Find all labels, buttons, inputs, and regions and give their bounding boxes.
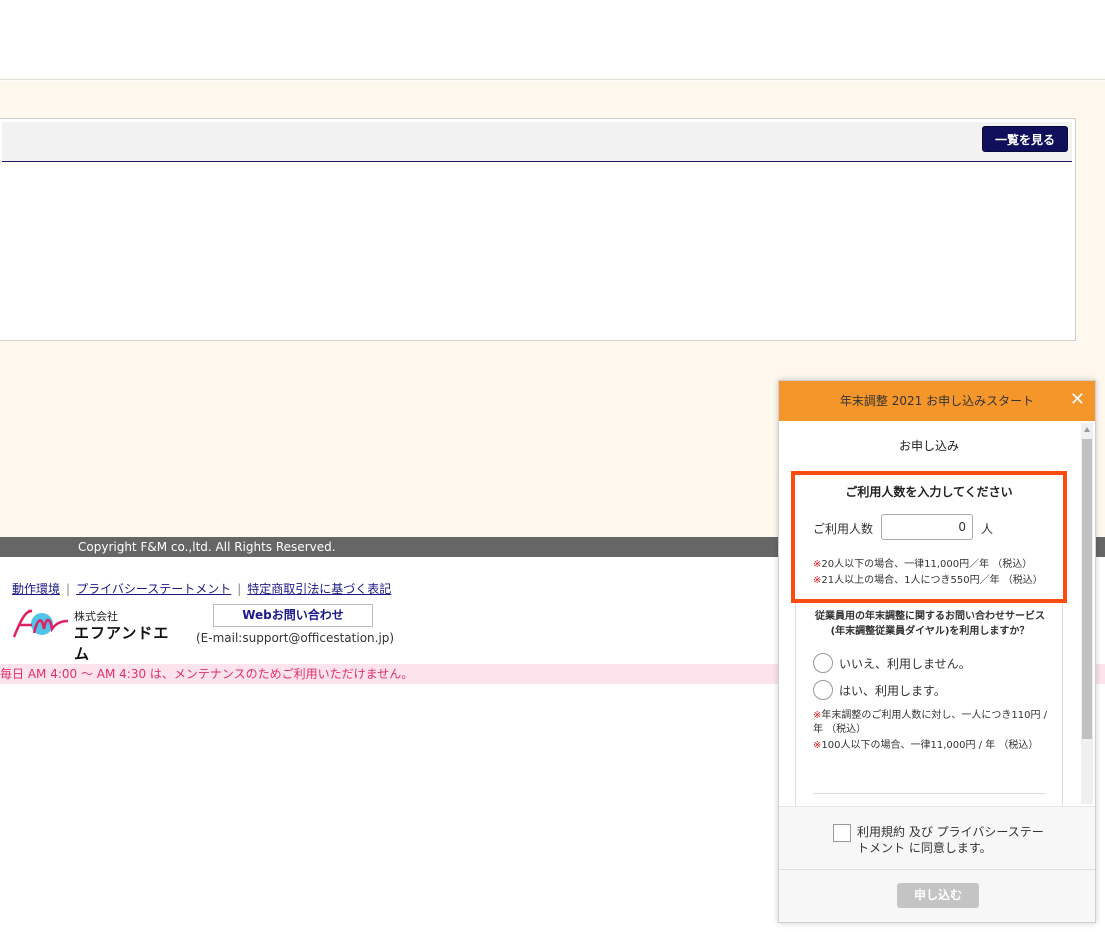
footer-divider — [779, 869, 1095, 870]
radio-label: いいえ、利用しません。 — [839, 656, 971, 671]
application-modal: 年末調整 2021 お申し込みスタート ✕ お申し込み ご利用人数を入力してくだ… — [778, 380, 1096, 923]
maintenance-text: 毎日 AM 4:00 ～ AM 4:30 は、メンテナンスのためご利用いただけま… — [0, 667, 414, 681]
radio-option-yes[interactable]: はい、利用します。 — [813, 680, 946, 700]
support-email: (E-mail:support@officestation.jp) — [196, 631, 395, 645]
scroll-up-icon[interactable] — [1084, 427, 1090, 432]
price-note-1: ※20人以下の場合、一律11,000円／年 （税込） — [813, 559, 1033, 570]
close-icon[interactable]: ✕ — [1070, 381, 1085, 419]
radio-button[interactable] — [813, 653, 833, 673]
agree-checkbox[interactable] — [833, 824, 851, 842]
divider — [813, 793, 1045, 794]
modal-footer: 利用規約 及び プライバシーステートメント に同意します。 申し込む — [779, 806, 1095, 922]
user-count-section: ご利用人数を入力してください ご利用人数 0 人 ※20人以下の場合、一律11,… — [791, 471, 1067, 603]
radio-label: はい、利用します。 — [839, 683, 946, 698]
footer-link-commerce-law[interactable]: 特定商取引法に基づく表記 — [247, 582, 391, 596]
info-panel: 一覧を見る — [0, 118, 1076, 341]
footer-link-privacy[interactable]: プライバシーステートメント — [76, 582, 231, 596]
panel-header: 一覧を見る — [2, 122, 1072, 162]
modal-title: 年末調整 2021 お申し込みスタート — [839, 394, 1035, 408]
footer-link-environment[interactable]: 動作環境 — [12, 582, 60, 596]
price-note-2: ※21人以上の場合、1人につき550円／年 （税込） — [813, 575, 1043, 586]
fm-logo-icon — [12, 609, 69, 638]
company-name: エフアンドエム — [74, 624, 170, 663]
modal-header: 年末調整 2021 お申し込みスタート ✕ — [779, 381, 1095, 421]
view-list-button[interactable]: 一覧を見る — [981, 126, 1068, 152]
copyright-text: Copyright F&M co.,ltd. All Rights Reserv… — [78, 540, 336, 554]
dial-note-1: ※年末調整のご利用人数に対し、一人につき110円 / 年 （税込） — [813, 710, 1048, 735]
radio-option-no[interactable]: いいえ、利用しません。 — [813, 653, 971, 673]
scrollbar[interactable] — [1081, 423, 1093, 804]
agree-label: 利用規約 及び プライバシーステートメント に同意します。 — [857, 825, 1044, 855]
page-header — [0, 0, 1105, 80]
dial-note-2: ※100人以下の場合、一律11,000円 / 年 （税込） — [813, 740, 1039, 751]
company-logo: 株式会社 エフアンドエム — [12, 605, 182, 663]
user-count-title: ご利用人数を入力してください — [845, 485, 1013, 499]
modal-body: お申し込み ご利用人数を入力してください ご利用人数 0 人 ※20人以下の場合… — [779, 421, 1095, 806]
dial-service-question: 従業員用の年末調整に関するお問い合わせサービス (年末調整従業員ダイヤル)を利用… — [815, 611, 1045, 637]
user-count-label: ご利用人数 — [813, 522, 874, 536]
radio-button[interactable] — [813, 680, 833, 700]
scroll-thumb[interactable] — [1082, 439, 1092, 739]
web-contact-button[interactable]: Webお問い合わせ — [213, 604, 373, 627]
submit-button[interactable]: 申し込む — [897, 883, 979, 908]
section-title: お申し込み — [898, 439, 959, 453]
agree-row[interactable]: 利用規約 及び プライバシーステートメント に同意します。 — [833, 824, 1053, 856]
user-count-input[interactable]: 0 — [881, 514, 973, 540]
user-count-unit: 人 — [981, 522, 994, 536]
footer-links: 動作環境 | プライバシーステートメント | 特定商取引法に基づく表記 — [12, 582, 392, 596]
